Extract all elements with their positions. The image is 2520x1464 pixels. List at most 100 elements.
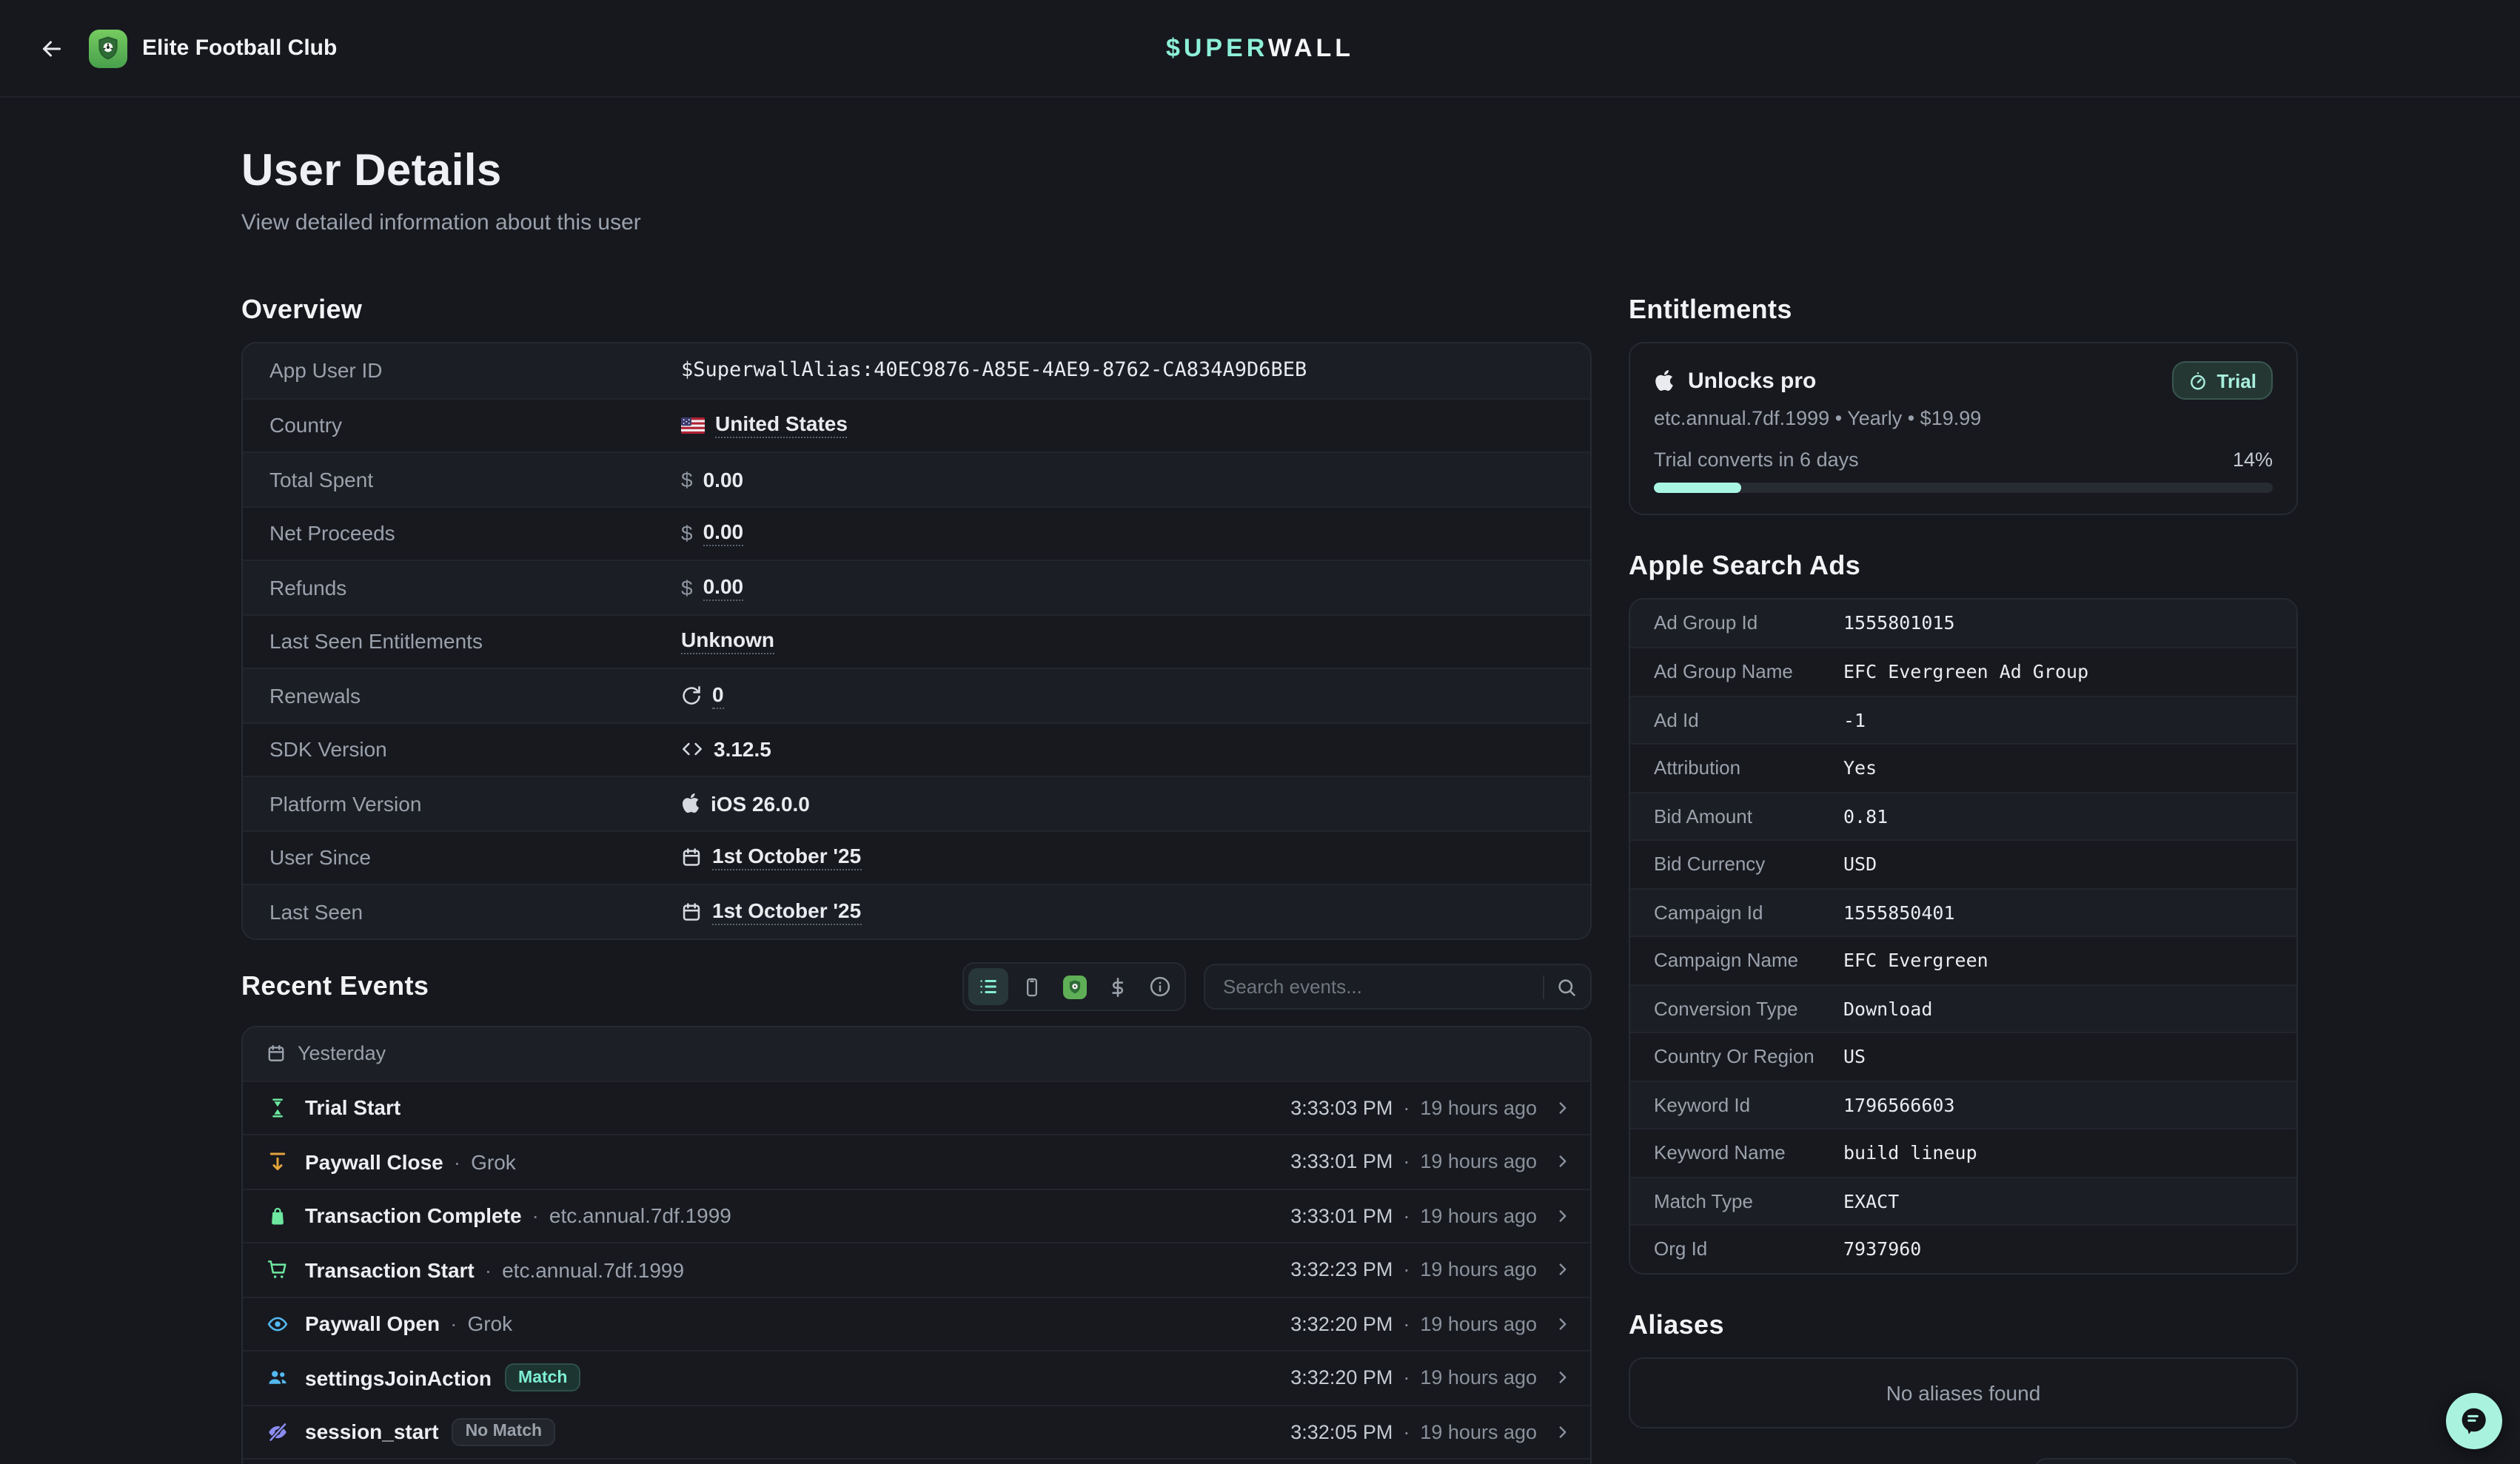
table-row: Match TypeEXACT [1630,1176,2296,1224]
last-seen-entitlements-value[interactable]: Unknown [681,628,774,655]
refresh-icon [681,685,702,706]
event-row[interactable]: Trial Start 3:33:03 PM · 19 hours ago [243,1080,1590,1134]
row-value: 1555850401 [1843,901,1955,924]
logo-white-part: WALL [1268,33,1354,61]
hourglass-icon [267,1097,290,1119]
net-proceeds-value[interactable]: 0.00 [703,520,744,547]
filter-info-events-button[interactable] [1140,968,1180,1005]
country-value[interactable]: United States [715,412,848,439]
logo-teal-part: $UPER [1166,33,1268,61]
table-row: Org Id7937960 [1630,1224,2296,1272]
separator: · [532,1204,539,1228]
user-section-header: User [1629,1457,2298,1464]
entitlement-name: Unlocks pro [1688,368,1816,393]
row-value: 1796566603 [1843,1094,1955,1116]
row-label: Ad Group Name [1630,661,1843,683]
row-label: Country Or Region [1630,1046,1843,1068]
event-row[interactable]: Transaction Complete · etc.annual.7df.19… [243,1188,1590,1242]
table-row: Ad Group NameEFC Evergreen Ad Group [1630,647,2296,695]
info-icon [1149,976,1171,998]
event-row[interactable]: Transaction Start · etc.annual.7df.1999 … [243,1242,1590,1296]
search-icon[interactable] [1556,976,1577,997]
row-value: Yes [1843,757,1877,779]
last-seen-value[interactable]: 1st October '25 [712,899,861,925]
timer-icon [2189,371,2208,390]
users-icon [267,1367,290,1389]
trial-progress-bar [1654,483,2273,492]
app-window: Elite Football Club $UPERWALL User Detai… [0,0,2520,1464]
row-label: Match Type [1630,1190,1843,1212]
event-row[interactable]: settingsJoinAction Match 3:32:20 PM · 19… [243,1350,1590,1404]
chevron-right-icon [1553,1260,1572,1280]
event-ago: 19 hours ago [1420,1367,1537,1389]
aliases-title: Aliases [1629,1309,2298,1340]
recent-events-header: Recent Events [241,963,1592,1010]
eye-off-icon [267,1421,290,1443]
superwall-logo: $UPERWALL [1166,33,1354,63]
aliases-empty-text: No aliases found [1886,1380,2041,1404]
event-row[interactable]: Paywall Close · Grok 3:33:01 PM · 19 hou… [243,1134,1590,1188]
event-ago: 19 hours ago [1420,1151,1537,1173]
event-time: 3:32:05 PM [1290,1421,1393,1443]
event-subtitle: etc.annual.7df.1999 [549,1204,731,1228]
support-chat-button[interactable] [2446,1393,2502,1449]
app-icon [89,29,127,67]
event-row[interactable]: Paywall Open · Grok 3:32:20 PM · 19 hour… [243,1296,1590,1350]
chat-bubble-icon [2458,1405,2490,1437]
row-label: Bid Currency [1630,853,1843,876]
table-row: Conversion TypeDownload [1630,984,2296,1032]
row-label: Keyword Id [1630,1094,1843,1116]
table-row: App User ID $SuperwallAlias:40EC9876-A85… [243,343,1590,397]
dollar-prefix: $ [681,576,693,600]
row-label: Org Id [1630,1238,1843,1260]
row-label: Ad Group Id [1630,612,1843,634]
separator: · [1403,1259,1410,1281]
chevron-right-icon [1553,1098,1572,1118]
separator: · [454,1150,460,1174]
event-time: 3:33:01 PM [1290,1205,1393,1227]
separator: · [1403,1205,1410,1227]
renewals-value[interactable]: 0 [712,682,724,709]
eye-icon [267,1313,290,1335]
refunds-value[interactable]: 0.00 [703,574,744,601]
trial-converts-text: Trial converts in 6 days [1654,449,1859,471]
event-filter-segmented-control [962,962,1186,1011]
event-row[interactable]: Session Start 3:32:05 PM · 19 hours ago [243,1458,1590,1464]
trial-badge-label: Trial [2217,369,2257,392]
filter-revenue-events-button[interactable] [1097,968,1137,1005]
user-since-value[interactable]: 1st October '25 [712,845,861,871]
separator: · [1403,1367,1410,1389]
events-search-input[interactable] [1223,976,1537,998]
filter-app-events-button[interactable] [1054,968,1094,1005]
table-row: Total Spent $0.00 [243,451,1590,506]
table-row: User Since 1st October '25 [243,830,1590,884]
row-value: Download [1843,998,1932,1020]
overview-title: Overview [241,295,1592,326]
apple-icon [1654,369,1675,392]
separator: · [450,1312,457,1336]
event-name: settingsJoinAction [305,1366,492,1390]
code-icon [681,739,703,760]
list-icon [977,976,999,998]
back-button[interactable] [33,29,71,67]
row-label: User Since [243,846,681,870]
separator: · [1403,1151,1410,1173]
row-label: Refunds [243,576,681,600]
match-badge: Match [505,1364,580,1392]
event-time: 3:33:01 PM [1290,1151,1393,1173]
filter-all-events-button[interactable] [968,968,1008,1005]
shopping-cart-icon [267,1259,290,1281]
event-name: session_start [305,1420,439,1444]
table-row: Renewals 0 [243,668,1590,722]
row-label: Platform Version [243,792,681,816]
app-name: Elite Football Club [142,36,337,61]
event-row[interactable]: session_start No Match 3:32:05 PM · 19 h… [243,1404,1590,1458]
filter-device-events-button[interactable] [1011,968,1051,1005]
event-group-label: Yesterday [298,1042,386,1064]
row-label: Conversion Type [1630,998,1843,1020]
separator: · [1403,1097,1410,1119]
total-spent-value: 0.00 [703,468,744,491]
right-column: Entitlements Unlocks pro Trial [1629,295,2298,1464]
table-row: Bid CurrencyUSD [1630,839,2296,887]
user-attributes-search [2034,1457,2298,1464]
